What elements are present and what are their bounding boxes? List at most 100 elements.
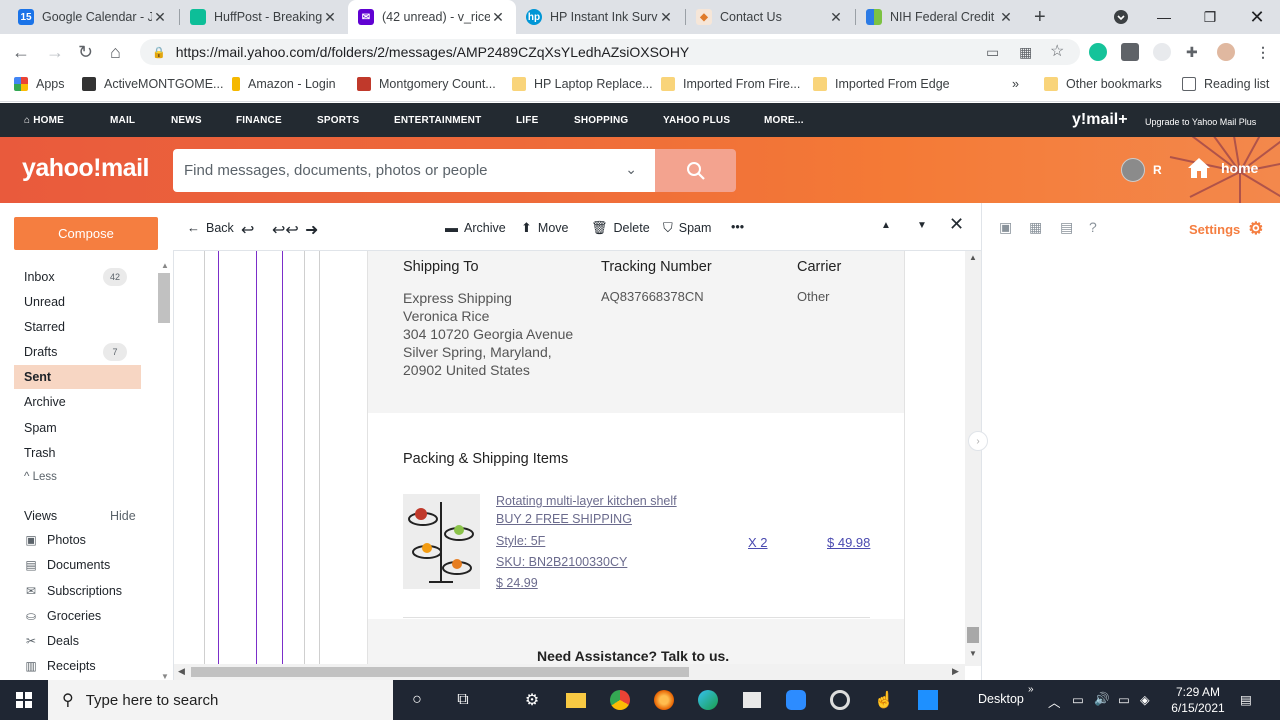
contacts-icon[interactable]: ▣ xyxy=(999,219,1012,236)
puzzle-icon[interactable]: ✚ xyxy=(1186,44,1198,61)
battery-icon[interactable]: ▭ xyxy=(1072,692,1084,707)
close-message-icon[interactable]: ✕ xyxy=(949,214,964,235)
sidebar-item-drafts[interactable]: Drafts 7 xyxy=(14,340,141,364)
menu-kebab-icon[interactable]: ⋮ xyxy=(1256,44,1270,61)
expand-panel-icon[interactable]: › xyxy=(968,431,988,451)
volume-icon[interactable]: 🔊 xyxy=(1094,692,1110,707)
bookmark-apps[interactable]: Apps xyxy=(14,77,65,91)
close-window-icon[interactable]: ✕ xyxy=(1234,0,1280,34)
product-name-link[interactable]: Rotating multi-layer kitchen shelf xyxy=(496,494,677,508)
system-clock[interactable]: 7:29 AM 6/15/2021 xyxy=(1162,684,1234,716)
product-total[interactable]: $ 49.98 xyxy=(827,535,870,550)
sidebar-item-unread[interactable]: Unread xyxy=(14,290,141,314)
view-photos[interactable]: ▣ Photos xyxy=(24,533,86,547)
nav-home[interactable]: ⌂ HOME xyxy=(24,115,64,126)
bookmark-star-icon[interactable]: ☆ xyxy=(1050,41,1064,61)
nav-entertainment[interactable]: ENTERTAINMENT xyxy=(394,115,481,126)
profile-avatar[interactable] xyxy=(1217,43,1235,61)
message-horizontal-scrollbar[interactable]: ◀ ▶ xyxy=(174,664,965,680)
bookmark-imported-edge[interactable]: Imported From Edge xyxy=(813,77,950,91)
close-tab-icon[interactable]: ✕ xyxy=(658,9,674,26)
toolbar-overflow[interactable]: » xyxy=(1028,684,1034,695)
calendar-icon[interactable]: ▦ xyxy=(1029,219,1042,236)
calculator-app-icon[interactable] xyxy=(916,688,940,712)
avatar[interactable] xyxy=(1121,158,1145,182)
bookmark-imported-firefox[interactable]: Imported From Fire... xyxy=(661,77,800,91)
windows-start-icon[interactable] xyxy=(12,688,36,712)
taskbar-search-input[interactable]: ⚲ Type here to search xyxy=(48,680,393,720)
message-vertical-scrollbar[interactable]: ▲ ▼ xyxy=(965,251,981,666)
spam-button[interactable]: ⛉ Spam xyxy=(663,220,711,236)
yahoo-mail-plus-logo[interactable]: y!mail+ xyxy=(1072,111,1128,129)
cortana-icon[interactable]: ○ xyxy=(405,688,429,712)
settings-gear-icon[interactable]: ⚙ xyxy=(520,688,544,712)
help-icon[interactable]: ? xyxy=(1089,219,1097,235)
nav-life[interactable]: LIFE xyxy=(516,115,538,126)
user-initial[interactable]: R xyxy=(1153,163,1162,177)
close-tab-icon[interactable]: ✕ xyxy=(322,9,338,26)
bookmark-amazon[interactable]: Amazon - Login xyxy=(232,77,336,91)
product-price-link[interactable]: $ 24.99 xyxy=(496,576,538,590)
back-button[interactable]: ← Back xyxy=(187,220,234,235)
search-button[interactable] xyxy=(655,149,736,192)
back-arrow-icon[interactable]: ← xyxy=(12,42,30,63)
archive-button[interactable]: ▬ Archive xyxy=(445,220,506,235)
tab-huffpost[interactable]: HuffPost - Breaking ✕ xyxy=(180,0,348,34)
media-player-icon[interactable] xyxy=(828,688,852,712)
edge-icon[interactable] xyxy=(696,688,720,712)
sidebar-item-trash[interactable]: Trash xyxy=(14,441,141,465)
forward-button[interactable]: ➜ xyxy=(305,220,324,240)
move-button[interactable]: ⬆ Move xyxy=(521,220,568,236)
product-sku-link[interactable]: SKU: BN2B2100330CY xyxy=(496,555,627,569)
view-receipts[interactable]: ▥ Receipts xyxy=(24,659,95,673)
tab-hp-instant-ink[interactable]: hp HP Instant Ink Surve ✕ xyxy=(516,0,684,34)
file-explorer-icon[interactable] xyxy=(564,688,588,712)
new-tab-icon[interactable]: + xyxy=(1034,6,1046,29)
tab-nih-federal-credit[interactable]: NIH Federal Credit ✕ xyxy=(856,0,1024,34)
tab-google-calendar[interactable]: 15 Google Calendar - J ✕ xyxy=(8,0,178,34)
nav-sports[interactable]: SPORTS xyxy=(317,115,359,126)
reload-icon[interactable]: ↻ xyxy=(78,42,93,63)
notepad-icon[interactable]: ▤ xyxy=(1060,219,1073,236)
install-app-icon[interactable]: ▭ xyxy=(986,44,999,61)
bookmark-montgomery-county[interactable]: Montgomery Count... xyxy=(357,77,496,91)
bookmark-activemontgomery[interactable]: ActiveMONTGOME... xyxy=(82,77,223,91)
bookmarks-overflow[interactable]: » xyxy=(1012,77,1019,91)
view-deals[interactable]: ✂ Deals xyxy=(24,634,79,648)
dropbox-icon[interactable]: ◈ xyxy=(1140,692,1150,707)
compose-button[interactable]: Compose xyxy=(14,217,158,250)
search-input[interactable]: Find messages, documents, photos or peop… xyxy=(173,149,655,192)
grammarly-icon[interactable] xyxy=(1089,43,1107,61)
desktop-toolbar-label[interactable]: Desktop xyxy=(978,692,1024,706)
sidebar-item-sent[interactable]: Sent xyxy=(14,365,141,389)
sidebar-item-starred[interactable]: Starred xyxy=(14,315,141,339)
nav-shopping[interactable]: SHOPPING xyxy=(574,115,628,126)
reply-all-button[interactable]: ↩↩ xyxy=(272,220,305,240)
extension-icon[interactable] xyxy=(1153,43,1171,61)
yahoo-mail-logo[interactable]: yahoo!mail xyxy=(22,154,149,183)
home-button[interactable]: home xyxy=(1187,157,1258,179)
notifications-icon[interactable]: ▤ xyxy=(1240,692,1252,707)
view-groceries[interactable]: ⛀ Groceries xyxy=(24,609,101,623)
hand-pointer-icon[interactable]: ☝ xyxy=(872,688,896,712)
bookmark-hp-laptop[interactable]: HP Laptop Replace... xyxy=(512,77,653,91)
extension-icon[interactable] xyxy=(1121,43,1139,61)
nav-news[interactable]: NEWS xyxy=(171,115,202,126)
close-tab-icon[interactable]: ✕ xyxy=(152,9,168,26)
close-tab-icon[interactable]: ✕ xyxy=(490,9,506,26)
view-subscriptions[interactable]: ✉ Subscriptions xyxy=(24,584,122,598)
view-documents[interactable]: ▤ Documents xyxy=(24,558,110,572)
nav-yahoo-plus[interactable]: YAHOO PLUS xyxy=(663,115,730,126)
settings-button[interactable]: Settings ⚙ xyxy=(1189,219,1264,239)
sidebar-item-spam[interactable]: Spam xyxy=(14,416,141,440)
tab-yahoo-mail[interactable]: ✉ (42 unread) - v_rice ✕ xyxy=(348,0,516,34)
reply-button[interactable]: ↩ xyxy=(241,220,260,240)
firefox-icon[interactable] xyxy=(652,688,676,712)
sidebar-scrollbar[interactable]: ▲ ▼ xyxy=(158,261,170,681)
product-promo-link[interactable]: BUY 2 FREE SHIPPING xyxy=(496,512,632,526)
more-actions-button[interactable]: ••• xyxy=(731,220,744,234)
task-view-icon[interactable]: ⧉ xyxy=(451,688,475,712)
chrome-icon[interactable] xyxy=(608,688,632,712)
delete-button[interactable]: 🗑 Delete xyxy=(591,220,650,236)
views-hide-link[interactable]: Hide xyxy=(110,509,136,523)
